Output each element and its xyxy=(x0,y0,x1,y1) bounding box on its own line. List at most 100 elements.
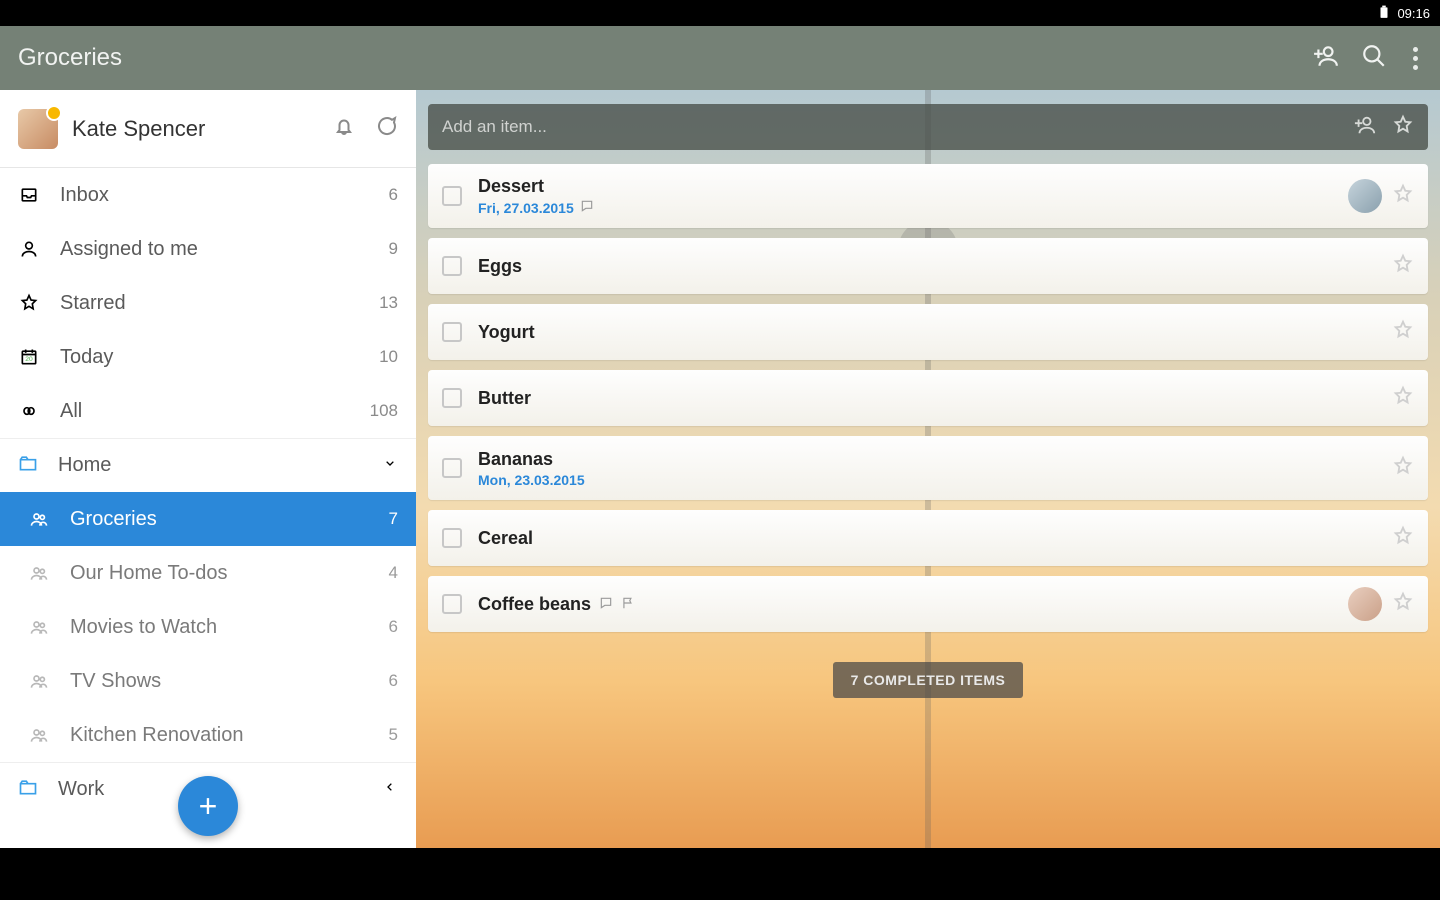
task-checkbox[interactable] xyxy=(442,594,462,614)
completed-items-toggle[interactable]: 7 COMPLETED ITEMS xyxy=(833,662,1024,698)
list-item-label: Movies to Watch xyxy=(70,616,369,639)
task-star-icon[interactable] xyxy=(1392,183,1414,210)
sidebar-item-starred[interactable]: Starred 13 xyxy=(0,276,416,330)
sidebar-item-today[interactable]: 20 Today 10 xyxy=(0,330,416,384)
task-star-icon[interactable] xyxy=(1392,253,1414,280)
task-row[interactable]: Butter xyxy=(428,370,1428,426)
sidebar-item-count: 10 xyxy=(379,347,398,367)
task-row[interactable]: Dessert Fri, 27.03.2015 xyxy=(428,164,1428,228)
assign-icon[interactable] xyxy=(1354,114,1376,141)
task-checkbox[interactable] xyxy=(442,388,462,408)
chevron-down-icon xyxy=(382,455,398,476)
people-icon xyxy=(28,671,50,691)
add-item-bar[interactable] xyxy=(428,104,1428,150)
list-item-todos[interactable]: Our Home To-dos 4 xyxy=(0,546,416,600)
task-row[interactable]: Coffee beans xyxy=(428,576,1428,632)
star-icon[interactable] xyxy=(1392,114,1414,141)
task-star-icon[interactable] xyxy=(1392,455,1414,482)
sidebar: Kate Spencer Inbox 6 Assigned to me 9 St… xyxy=(0,90,416,848)
people-icon xyxy=(28,617,50,637)
task-date: Mon, 23.03.2015 xyxy=(478,472,1376,488)
sidebar-item-count: 9 xyxy=(389,239,398,259)
sidebar-item-label: Starred xyxy=(60,292,359,315)
task-star-icon[interactable] xyxy=(1392,319,1414,346)
task-date: Fri, 27.03.2015 xyxy=(478,199,1332,216)
list-item-count: 6 xyxy=(389,671,398,691)
sidebar-item-label: Today xyxy=(60,346,359,369)
infinity-icon xyxy=(18,401,40,421)
folder-home[interactable]: Home xyxy=(0,438,416,492)
bell-icon[interactable] xyxy=(332,114,356,143)
chevron-left-icon xyxy=(382,779,398,800)
list-item-count: 5 xyxy=(389,725,398,745)
assignee-avatar xyxy=(1348,179,1382,213)
folder-home-label: Home xyxy=(58,454,362,477)
chat-icon[interactable] xyxy=(374,114,398,143)
task-star-icon[interactable] xyxy=(1392,525,1414,552)
sidebar-item-count: 6 xyxy=(389,185,398,205)
flag-icon xyxy=(621,594,635,615)
task-title: Dessert xyxy=(478,176,1332,197)
list-item-label: TV Shows xyxy=(70,670,369,693)
list-item-groceries[interactable]: Groceries 7 xyxy=(0,492,416,546)
page-title: Groceries xyxy=(18,44,1313,72)
list-item-tv[interactable]: TV Shows 6 xyxy=(0,654,416,708)
people-icon xyxy=(28,563,50,583)
task-checkbox[interactable] xyxy=(442,256,462,276)
sidebar-item-label: Assigned to me xyxy=(60,238,369,261)
task-row[interactable]: Bananas Mon, 23.03.2015 xyxy=(428,436,1428,500)
user-row[interactable]: Kate Spencer xyxy=(0,90,416,168)
person-icon xyxy=(18,239,40,259)
android-nav-bar xyxy=(0,848,1440,900)
list-item-kitchen[interactable]: Kitchen Renovation 5 xyxy=(0,708,416,762)
sidebar-item-inbox[interactable]: Inbox 6 xyxy=(0,168,416,222)
invite-icon[interactable] xyxy=(1313,43,1339,74)
list-item-count: 6 xyxy=(389,617,398,637)
task-checkbox[interactable] xyxy=(442,186,462,206)
nav-home-icon[interactable] xyxy=(709,861,731,888)
task-checkbox[interactable] xyxy=(442,528,462,548)
task-checkbox[interactable] xyxy=(442,322,462,342)
fab-add-button[interactable]: + xyxy=(178,776,238,836)
main-area: Dessert Fri, 27.03.2015 Eggs Yogurt Butt… xyxy=(416,90,1440,848)
task-title: Yogurt xyxy=(478,322,1376,343)
task-title: Eggs xyxy=(478,256,1376,277)
list-item-label: Our Home To-dos xyxy=(70,562,369,585)
sidebar-item-label: Inbox xyxy=(60,184,369,207)
task-title: Bananas xyxy=(478,449,1376,470)
user-name: Kate Spencer xyxy=(72,116,318,142)
task-row[interactable]: Yogurt xyxy=(428,304,1428,360)
svg-text:20: 20 xyxy=(25,356,33,363)
task-star-icon[interactable] xyxy=(1392,591,1414,618)
list-item-label: Kitchen Renovation xyxy=(70,724,369,747)
avatar xyxy=(18,109,58,149)
list-item-count: 4 xyxy=(389,563,398,583)
people-icon xyxy=(28,509,50,529)
sidebar-item-all[interactable]: All 108 xyxy=(0,384,416,438)
add-item-input[interactable] xyxy=(442,117,1342,137)
search-icon[interactable] xyxy=(1361,43,1387,74)
comment-icon xyxy=(599,594,613,615)
task-checkbox[interactable] xyxy=(442,458,462,478)
task-title: Butter xyxy=(478,388,1376,409)
nav-recent-icon[interactable] xyxy=(861,861,883,888)
list-item-movies[interactable]: Movies to Watch 6 xyxy=(0,600,416,654)
people-icon xyxy=(28,725,50,745)
nav-back-icon[interactable] xyxy=(557,861,579,888)
app-bar: Groceries xyxy=(0,26,1440,90)
task-star-icon[interactable] xyxy=(1392,385,1414,412)
calendar-icon: 20 xyxy=(18,347,40,367)
task-row[interactable]: Eggs xyxy=(428,238,1428,294)
task-title: Cereal xyxy=(478,528,1376,549)
sidebar-item-count: 108 xyxy=(370,401,398,421)
task-row[interactable]: Cereal xyxy=(428,510,1428,566)
battery-icon xyxy=(1377,5,1391,22)
inbox-icon xyxy=(18,185,40,205)
sidebar-item-count: 13 xyxy=(379,293,398,313)
sidebar-item-assigned[interactable]: Assigned to me 9 xyxy=(0,222,416,276)
list-item-label: Groceries xyxy=(70,508,369,531)
status-time: 09:16 xyxy=(1397,6,1430,21)
overflow-menu-icon[interactable] xyxy=(1409,43,1422,74)
list-item-count: 7 xyxy=(389,509,398,529)
assignee-avatar xyxy=(1348,587,1382,621)
